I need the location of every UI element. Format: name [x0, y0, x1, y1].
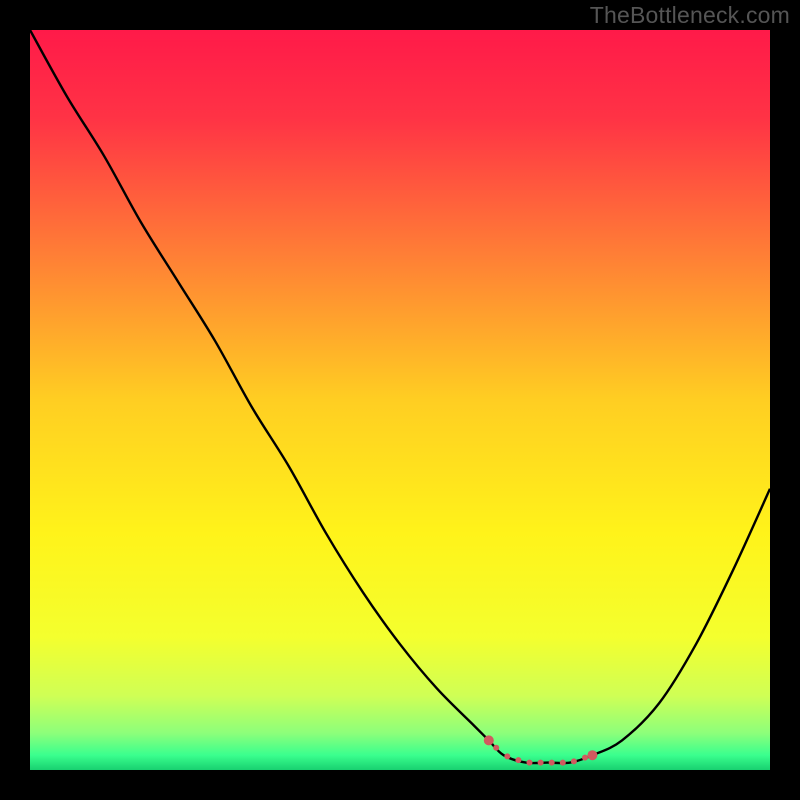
flat-segment-dot	[560, 760, 566, 766]
flat-segment-dot	[527, 760, 533, 766]
flat-segment-dot	[549, 760, 555, 766]
flat-segment-dot	[571, 758, 577, 764]
source-watermark: TheBottleneck.com	[590, 2, 790, 29]
flat-segment-dot	[504, 753, 510, 759]
chart-canvas	[0, 0, 800, 800]
flat-segment-dot	[582, 755, 588, 761]
plot-background	[30, 30, 770, 770]
flat-segment-dot	[515, 757, 521, 763]
flat-segment-dot	[493, 745, 499, 751]
flat-segment-dot	[589, 752, 595, 758]
flat-segment-dot	[538, 760, 544, 766]
flat-segment-dot	[486, 737, 492, 743]
